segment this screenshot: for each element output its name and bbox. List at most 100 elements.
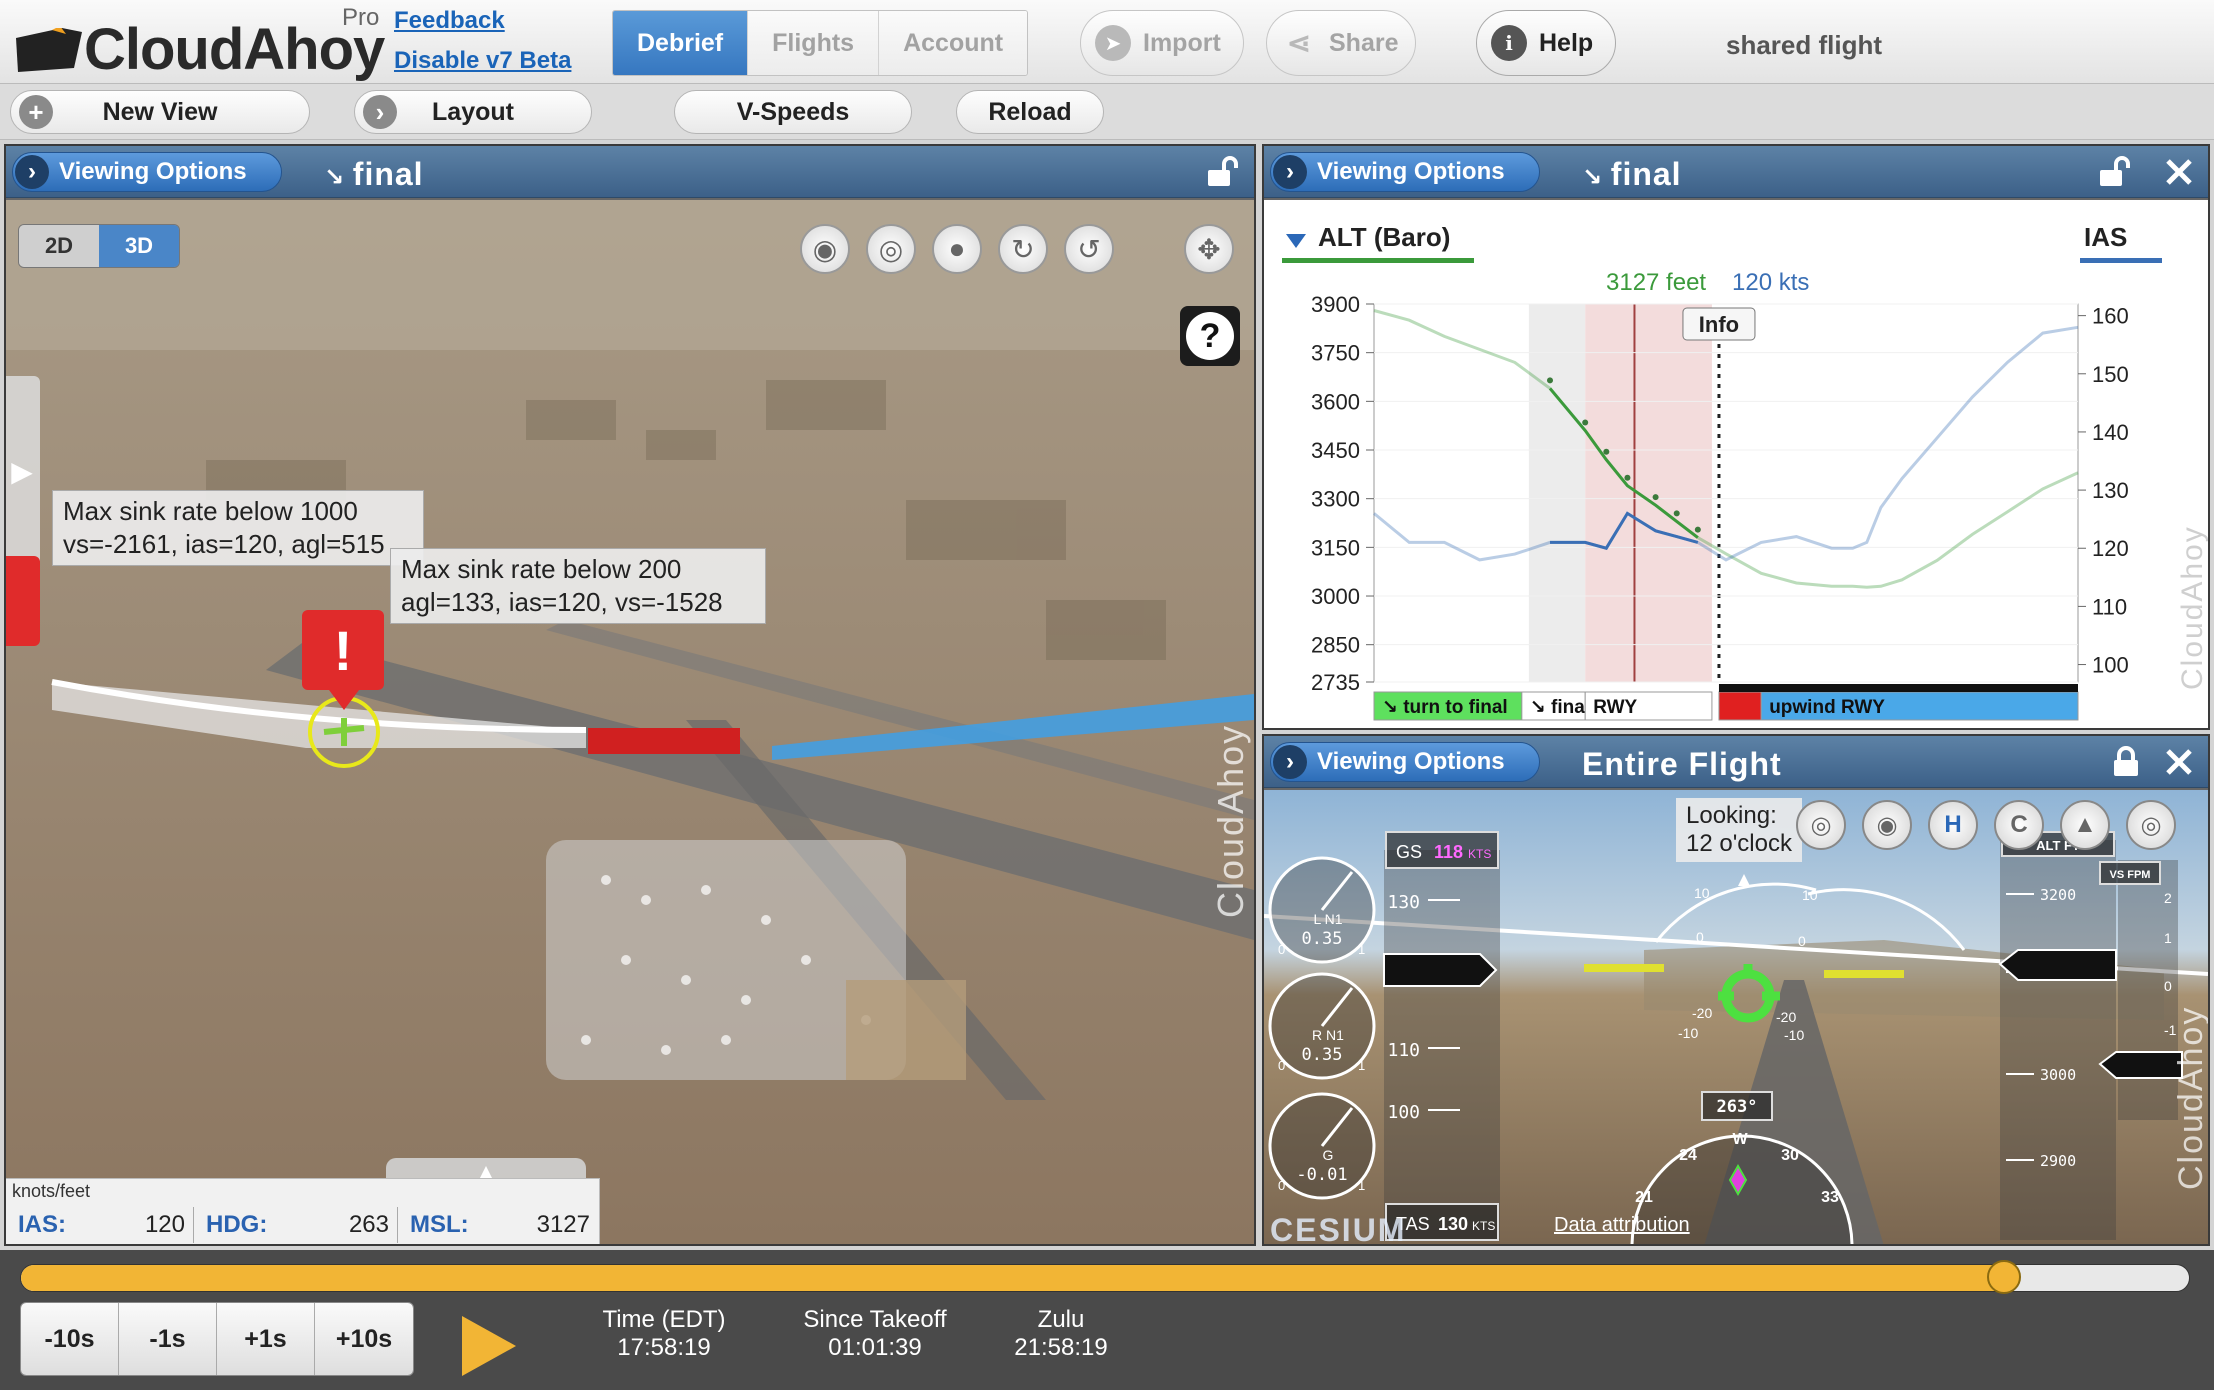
dimension-toggle: 2D 3D (18, 224, 180, 268)
left-tick-label: 3750 (1311, 341, 1360, 366)
step-back-1s-button[interactable]: -1s (119, 1303, 217, 1375)
left-tick-label: 3600 (1311, 389, 1360, 414)
eye-view-icon[interactable]: ◎ (866, 224, 916, 274)
map-3d-view[interactable]: 2D 3D ◉ ◎ ● ↻ ↺ ✥ ? ▶ Max sink rate belo… (6, 200, 1254, 1244)
center-view-icon[interactable]: ● (932, 224, 982, 274)
pitch-label: 0 (1696, 929, 1704, 945)
msl-value: 3127 (536, 1211, 590, 1238)
hdg-value: 263 (348, 1211, 389, 1238)
rotate-right-icon[interactable]: ↻ (998, 224, 1048, 274)
ias-label: IAS: (18, 1211, 66, 1238)
pitch-label: -10 (1784, 1027, 1804, 1043)
step-back-10s-button[interactable]: -10s (21, 1303, 119, 1375)
info-tooltip[interactable]: Info (1682, 307, 1756, 341)
chevron-right-icon: ▶ (11, 455, 33, 487)
looking-title: Looking: (1686, 802, 1777, 829)
map-help-button[interactable]: ? (1180, 306, 1240, 366)
unlock-icon[interactable] (2098, 156, 2132, 188)
data-attribution-link[interactable]: Data attribution (1554, 1214, 1690, 1237)
offscreen-alert-marker[interactable] (6, 556, 40, 646)
altitude-speed-chart[interactable]: ALT (Baro) IAS 3127 feet 120 kts Info 3900 375… (1264, 200, 2209, 728)
compass-label: 24 (1679, 1147, 1697, 1164)
side-panel-toggle[interactable]: ▶ (6, 376, 40, 566)
flight-segment[interactable] (1718, 691, 1762, 721)
c-view-icon[interactable]: C (1994, 800, 2044, 850)
map-panel-title: ↘ final (324, 156, 424, 193)
viewing-options-label: Viewing Options (1317, 748, 1505, 775)
glidepath-dot (1673, 510, 1680, 517)
h-view-icon[interactable]: H (1928, 800, 1978, 850)
glidepath-dot (1694, 526, 1701, 533)
step-forward-10s-button[interactable]: +10s (315, 1303, 413, 1375)
sink-rate-callout-200[interactable]: Max sink rate below 200 agl=133, ias=120… (390, 548, 766, 624)
pitch-label: 0 (1798, 933, 1806, 949)
alt-readout: 3127 feet (1606, 269, 1706, 296)
chart-panel-header: › Viewing Options ↘ final (1264, 146, 2208, 198)
engine-gauge: R N1 0.35 0 1 (1268, 972, 1376, 1080)
pfd-view[interactable]: 130110100GS118KTSTAS130KTS120 ALT FT3200… (1264, 790, 2208, 1244)
left-tick-label: 3300 (1311, 487, 1360, 512)
lock-icon[interactable] (2110, 746, 2144, 778)
pilot-view-icon[interactable]: ◉ (1862, 800, 1912, 850)
toggle-2d-button[interactable]: 2D (19, 225, 99, 267)
new-view-label: New View (102, 97, 218, 126)
cloudahoy-watermark: CloudAhoy (1210, 723, 1251, 918)
glidepath-dot (1652, 494, 1659, 501)
alert-marker-icon[interactable]: ! (302, 610, 384, 690)
zulu-value: 21:58:19 (1014, 1334, 1108, 1361)
chevron-right-icon: › (1273, 155, 1307, 189)
zulu-label: Zulu (1037, 1306, 1085, 1333)
left-tick-label: 3450 (1311, 438, 1360, 463)
toggle-3d-button[interactable]: 3D (99, 225, 179, 267)
readout-units: knots/feet (12, 1181, 91, 1201)
timeline-scrubber[interactable] (20, 1264, 2190, 1292)
reload-button[interactable]: Reload (956, 90, 1104, 134)
sink-rate-callout-1000[interactable]: Max sink rate below 1000 vs=-2161, ias=1… (52, 490, 424, 566)
gs-unit: KTS (1468, 847, 1491, 861)
close-icon[interactable] (2162, 746, 2196, 778)
help-button[interactable]: i Help (1476, 10, 1616, 76)
layout-label: Layout (432, 97, 514, 126)
timeline-knob[interactable] (1986, 1260, 2021, 1294)
eye-view-icon[interactable]: ◎ (1796, 800, 1846, 850)
pfd-viewing-options-button[interactable]: › Viewing Options (1270, 742, 1540, 782)
looking-value: 12 o'clock (1686, 830, 1792, 857)
gauge-label: L N1 (1313, 911, 1342, 927)
fullscreen-icon[interactable]: ✥ (1184, 224, 1234, 274)
step-forward-1s-button[interactable]: +1s (217, 1303, 315, 1375)
chase-view-icon[interactable]: ▲ (2060, 800, 2110, 850)
pitch-label: 10 (1694, 885, 1710, 901)
close-icon[interactable] (2162, 156, 2196, 188)
chart-panel-title: ↘ final (1582, 156, 1682, 193)
share-button[interactable]: ⋖ Share (1266, 10, 1416, 76)
cloudahoy-logo[interactable]: CloudAhoy (14, 6, 385, 82)
msl-readout: MSL: 3127 (398, 1207, 598, 1243)
vspeeds-button[interactable]: V-Speeds (674, 90, 912, 134)
disable-beta-link[interactable]: Disable v7 Beta (394, 47, 571, 75)
new-view-button[interactable]: + New View (10, 90, 310, 134)
tab-account[interactable]: Account (879, 11, 1028, 75)
left-tick-label: 3150 (1311, 535, 1360, 560)
legend-toggle-icon[interactable] (1286, 234, 1306, 248)
play-icon[interactable] (462, 1316, 516, 1376)
flight-segment-label: upwind RWY (1769, 697, 1885, 718)
pilot-view-icon[interactable]: ◉ (800, 224, 850, 274)
import-button[interactable]: ➤ Import (1080, 10, 1244, 76)
chart-viewing-options-button[interactable]: › Viewing Options (1270, 152, 1540, 192)
side-view-icon[interactable]: ◎ (2126, 800, 2176, 850)
info-icon: i (1491, 25, 1527, 61)
chevron-right-icon: › (15, 155, 49, 189)
gauge-max: 1 (1358, 1178, 1365, 1193)
engine-gauges: L N1 0.35 0 1 R N1 0.35 0 1 G -0.01 0 1 (1268, 856, 1376, 1200)
callout-detail: agl=133, ias=120, vs=-1528 (401, 587, 723, 617)
glidepath-dot (1603, 448, 1610, 455)
map-viewing-options-button[interactable]: › Viewing Options (12, 152, 282, 192)
rotate-left-icon[interactable]: ↺ (1064, 224, 1114, 274)
layout-button[interactable]: › Layout (354, 90, 592, 134)
unlock-icon[interactable] (1206, 156, 1240, 188)
gs-label: GS (1396, 842, 1422, 862)
tab-debrief[interactable]: Debrief (613, 11, 749, 75)
feedback-link[interactable]: Feedback (394, 7, 505, 35)
tab-flights[interactable]: Flights (748, 11, 880, 75)
right-tick-label: 110 (2092, 594, 2127, 619)
